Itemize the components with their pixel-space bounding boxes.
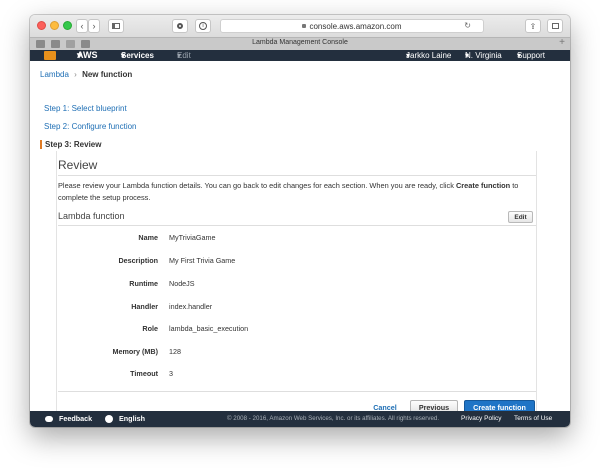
edit-menu[interactable]: Edit ▾: [177, 50, 191, 61]
section-title: Lambda function: [58, 211, 125, 221]
tabs-icon: [551, 23, 559, 29]
review-description: Please review your Lambda function detai…: [58, 181, 519, 202]
field-value-runtime: NodeJS: [169, 279, 195, 288]
share-icon: ⇪: [529, 21, 537, 31]
field-value-handler: index.handler: [169, 302, 213, 311]
address-bar[interactable]: console.aws.amazon.com ↻: [220, 19, 484, 33]
lock-icon: [302, 24, 307, 28]
browser-toolbar: ‹ › i console.aws.amazon.com ↻ ⇪: [30, 15, 570, 37]
main-content: Lambda › New function Step 1: Select blu…: [30, 61, 570, 414]
step-configure-function[interactable]: Step 2: Configure function: [44, 122, 137, 131]
field-value-description: My First Trivia Game: [169, 256, 236, 265]
back-button[interactable]: ‹: [76, 19, 88, 33]
info-button[interactable]: i: [195, 19, 211, 33]
copyright-text: © 2008 - 2016, Amazon Web Services, Inc.…: [227, 415, 440, 422]
edit-button[interactable]: Edit: [508, 211, 533, 223]
divider: [58, 175, 536, 176]
services-menu[interactable]: Services ▾: [121, 50, 154, 61]
sidebar-icon: [112, 23, 120, 29]
browser-window: ‹ › i console.aws.amazon.com ↻ ⇪ Lambda …: [30, 15, 570, 427]
field-label-handler: Handler: [131, 302, 158, 311]
field-label-role: Role: [142, 324, 158, 333]
field-label-description: Description: [118, 256, 158, 265]
breadcrumb-lambda-link[interactable]: Lambda: [40, 70, 69, 79]
field-label-runtime: Runtime: [129, 279, 158, 288]
tab-bar: Lambda Management Console +: [30, 37, 570, 50]
share-button[interactable]: ⇪: [525, 19, 541, 33]
page-title: Review: [58, 158, 98, 172]
aws-home-menu[interactable]: AWS ▾: [77, 50, 98, 61]
divider: [58, 391, 536, 392]
privacy-shield-button[interactable]: [172, 19, 188, 33]
aws-nav-bar: AWS ▾ Services ▾ Edit ▾ Jarkko Laine ▾ N…: [30, 50, 570, 61]
divider: [58, 225, 536, 226]
reload-icon[interactable]: ↻: [464, 21, 471, 30]
field-label-memory: Memory (MB): [112, 347, 158, 356]
info-icon: i: [199, 22, 207, 30]
url-text: console.aws.amazon.com: [309, 21, 402, 31]
region-menu[interactable]: N. Virginia ▾: [465, 50, 502, 61]
field-value-name: MyTriviaGame: [169, 233, 216, 242]
step-select-blueprint[interactable]: Step 1: Select blueprint: [44, 104, 127, 113]
globe-icon: [105, 415, 113, 423]
tab-title[interactable]: Lambda Management Console: [30, 39, 570, 46]
field-value-timeout: 3: [169, 369, 173, 378]
privacy-policy-link[interactable]: Privacy Policy: [461, 411, 501, 427]
forward-icon: ›: [92, 21, 96, 31]
feedback-link[interactable]: Feedback: [59, 411, 92, 427]
breadcrumb: Lambda › New function: [40, 70, 132, 79]
shield-icon: [177, 23, 183, 29]
feedback-bubble-icon: [45, 416, 53, 422]
close-window-button[interactable]: [37, 21, 46, 30]
breadcrumb-separator: ›: [74, 70, 77, 79]
breadcrumb-current: New function: [82, 70, 133, 79]
field-value-role: lambda_basic_execution: [169, 324, 249, 333]
terms-of-use-link[interactable]: Terms of Use: [514, 411, 552, 427]
new-tab-icon[interactable]: +: [559, 37, 565, 48]
forward-button[interactable]: ›: [88, 19, 100, 33]
step-review: Step 3: Review: [40, 140, 101, 149]
field-value-memory: 128: [169, 347, 181, 356]
field-label-timeout: Timeout: [130, 369, 158, 378]
user-menu[interactable]: Jarkko Laine ▾: [406, 50, 451, 61]
console-footer: Feedback English © 2008 - 2016, Amazon W…: [30, 411, 570, 427]
minimize-window-button[interactable]: [50, 21, 59, 30]
field-label-name: Name: [138, 233, 158, 242]
tabs-overview-button[interactable]: [547, 19, 563, 33]
aws-cube-icon[interactable]: [44, 51, 56, 60]
zoom-window-button[interactable]: [63, 21, 72, 30]
back-icon: ‹: [80, 21, 84, 31]
sidebar-button[interactable]: [108, 19, 124, 33]
support-menu[interactable]: Support ▾: [517, 50, 545, 61]
language-selector[interactable]: English: [119, 411, 145, 427]
